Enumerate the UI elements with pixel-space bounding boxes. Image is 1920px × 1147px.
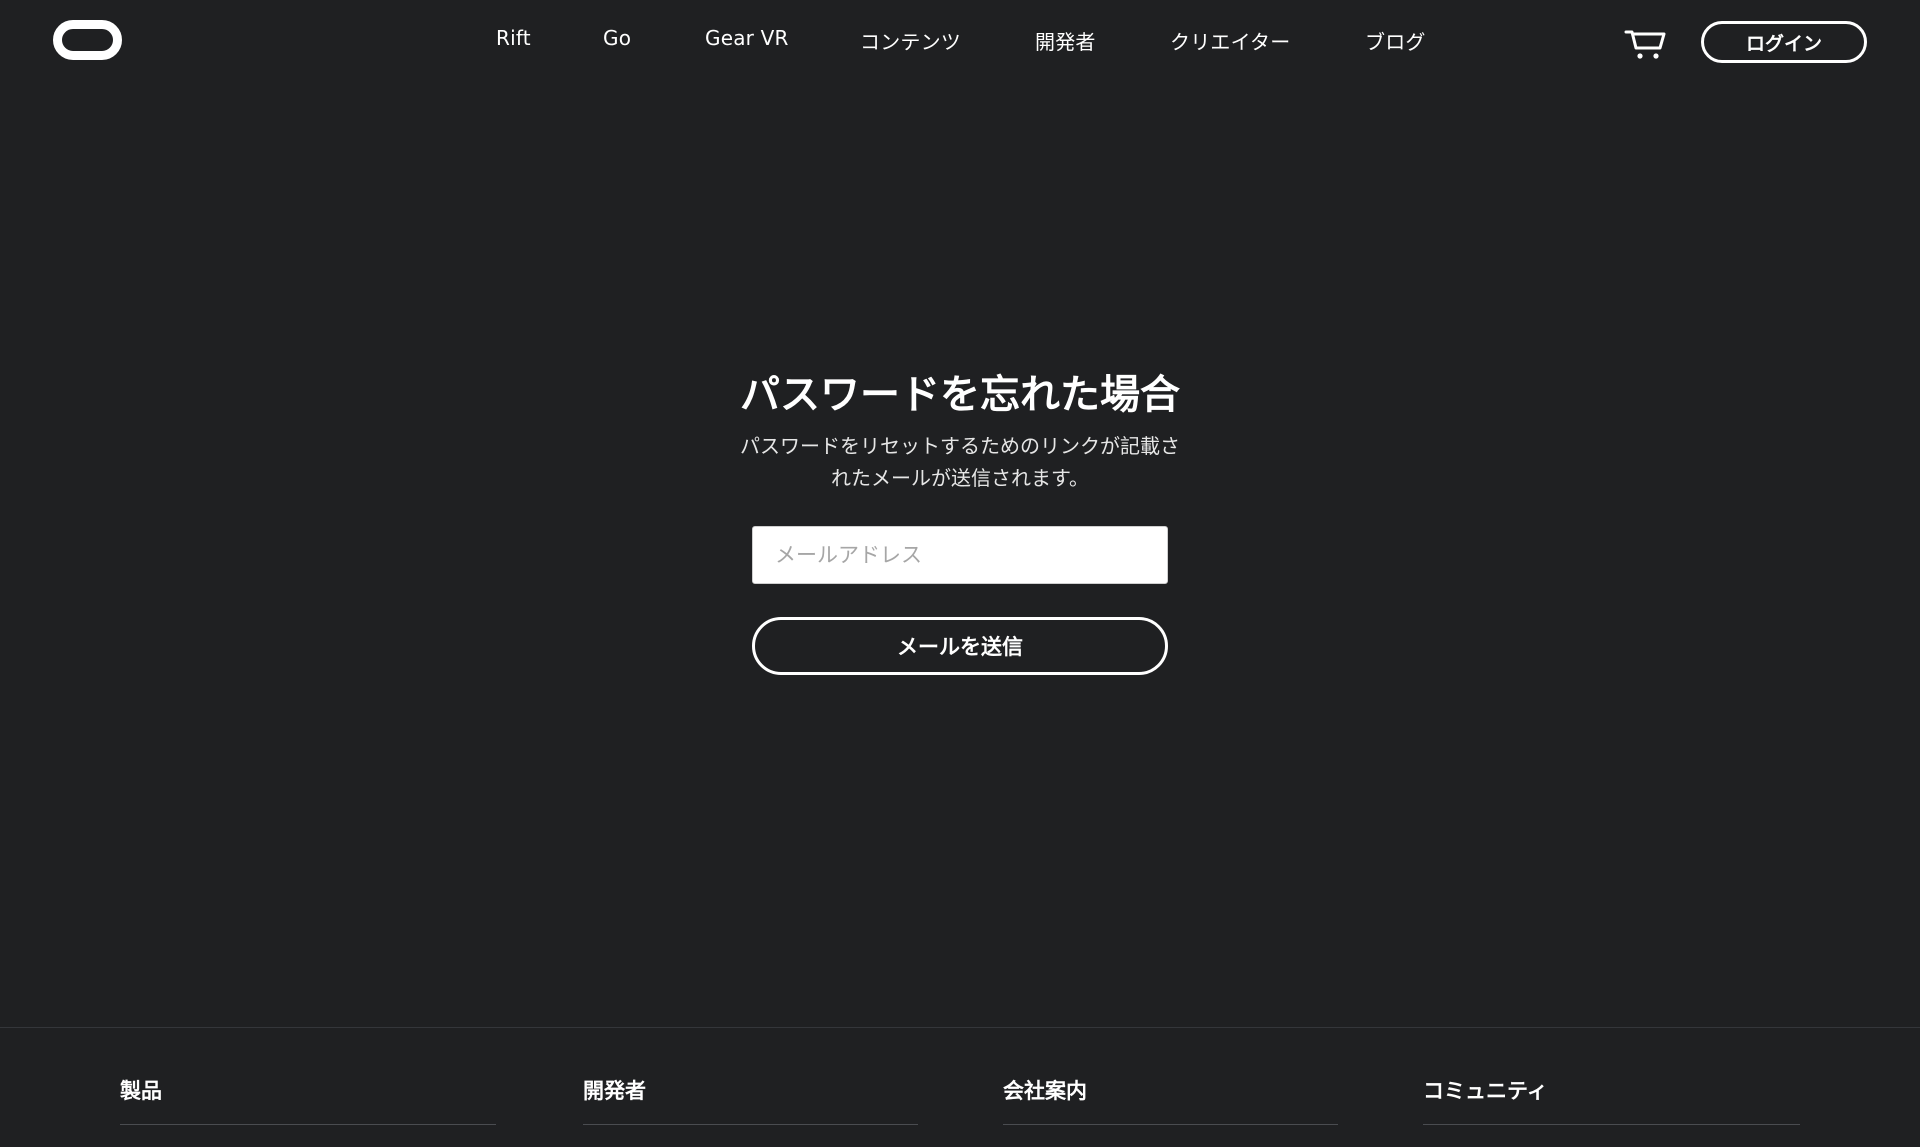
- nav-item-rift[interactable]: Rift: [496, 26, 531, 50]
- nav-item-blog[interactable]: ブログ: [1365, 26, 1426, 55]
- footer-column-company: 会社案内: [1003, 1075, 1338, 1125]
- footer-column-products: 製品: [120, 1075, 496, 1125]
- nav-item-developers[interactable]: 開発者: [1035, 26, 1096, 55]
- footer-rule: [120, 1124, 496, 1125]
- login-button[interactable]: ログイン: [1701, 21, 1867, 63]
- nav-item-gear-vr[interactable]: Gear VR: [705, 26, 789, 50]
- footer-rule: [583, 1124, 918, 1125]
- nav-item-go[interactable]: Go: [603, 26, 631, 50]
- footer-heading[interactable]: 開発者: [583, 1075, 646, 1105]
- footer-heading[interactable]: 会社案内: [1003, 1075, 1087, 1105]
- cart-icon[interactable]: [1624, 26, 1668, 62]
- footer-heading[interactable]: 製品: [120, 1075, 162, 1105]
- footer-rule: [1003, 1124, 1338, 1125]
- description-line-1: パスワードをリセットするためのリンクが記載さ: [740, 434, 1180, 458]
- footer-column-developers: 開発者: [583, 1075, 918, 1125]
- footer-rule: [1423, 1124, 1800, 1125]
- page: Rift Go Gear VR コンテンツ 開発者 クリエイター ブログ ログイ…: [0, 0, 1920, 1147]
- page-title: パスワードを忘れた場合: [740, 372, 1180, 418]
- footer-divider: [0, 1027, 1920, 1028]
- description-line-2: れたメールが送信されます。: [831, 466, 1089, 490]
- nav-item-creators[interactable]: クリエイター: [1170, 26, 1290, 55]
- email-input[interactable]: [752, 526, 1168, 584]
- nav-item-content[interactable]: コンテンツ: [860, 26, 961, 55]
- send-email-button[interactable]: メールを送信: [752, 617, 1168, 675]
- page-description: パスワードをリセットするためのリンクが記載さ れたメールが送信されます。: [710, 430, 1210, 494]
- footer-column-community: コミュニティ: [1423, 1075, 1800, 1125]
- footer-heading[interactable]: コミュニティ: [1423, 1075, 1548, 1105]
- site-header: Rift Go Gear VR コンテンツ 開発者 クリエイター ブログ ログイ…: [0, 0, 1920, 84]
